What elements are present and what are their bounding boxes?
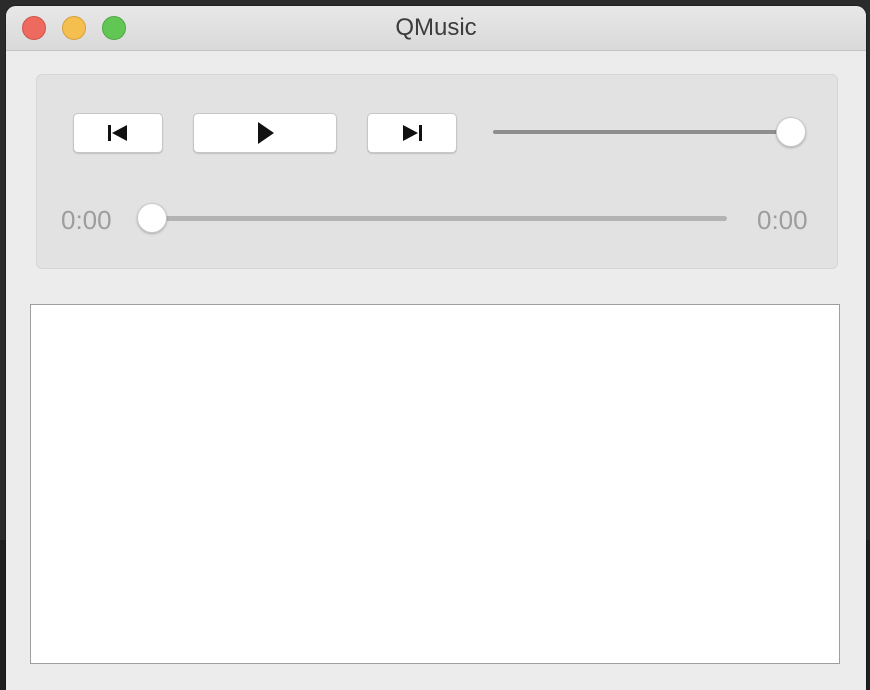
- window-title: QMusic: [395, 14, 477, 41]
- title-bar[interactable]: QMusic: [6, 6, 866, 51]
- volume-slider-thumb[interactable]: [776, 117, 806, 147]
- skip-next-icon: [403, 125, 422, 141]
- playlist-view[interactable]: [30, 304, 840, 664]
- play-button[interactable]: [193, 113, 337, 153]
- app-window: QMusic 0:00 0:00: [6, 6, 866, 690]
- progress-slider-thumb[interactable]: [137, 203, 167, 233]
- player-controls-panel: 0:00 0:00: [36, 74, 838, 269]
- volume-slider-track[interactable]: [493, 130, 793, 134]
- play-icon: [258, 122, 274, 144]
- previous-track-button[interactable]: [73, 113, 163, 153]
- progress-slider-track[interactable]: [153, 216, 727, 221]
- skip-previous-icon: [108, 125, 127, 141]
- elapsed-time: 0:00: [61, 205, 112, 235]
- next-track-button[interactable]: [367, 113, 457, 153]
- total-time: 0:00: [757, 205, 808, 235]
